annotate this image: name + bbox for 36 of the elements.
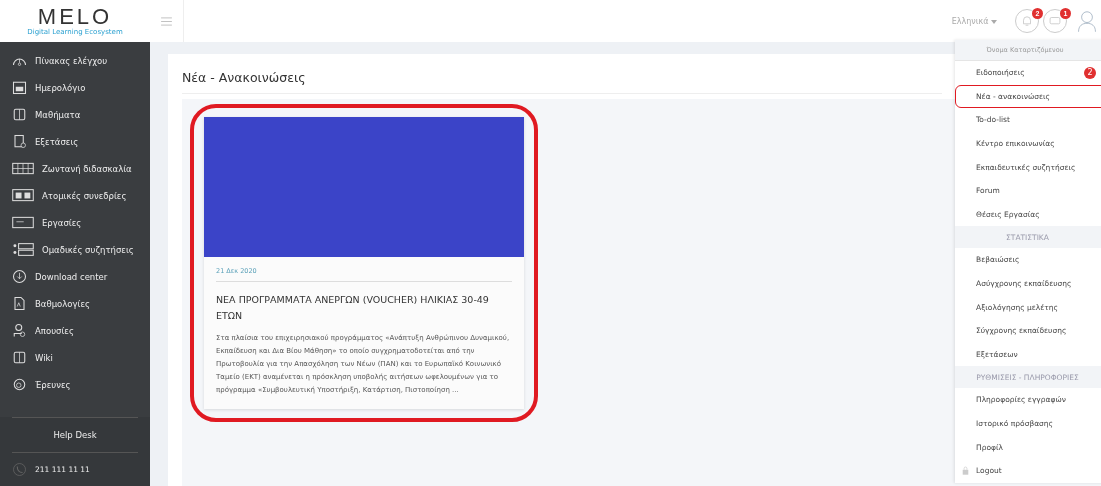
document-icon [12, 296, 27, 311]
sidebar-item[interactable]: Εξετάσεις [0, 128, 150, 155]
caret-icon [991, 19, 997, 24]
menu-icon [161, 16, 172, 26]
grid-icon [12, 161, 34, 176]
sidebar-item[interactable]: Ομαδικές συζητήσεις [0, 236, 150, 263]
person-icon [12, 323, 27, 338]
list-icon [12, 242, 34, 257]
clipboard-icon [12, 134, 27, 149]
help-desk-link[interactable]: Help Desk [12, 417, 138, 453]
logo-text: MELO [37, 6, 113, 28]
screen-icon [12, 188, 34, 203]
lock-icon [962, 466, 969, 476]
sidebar-item[interactable]: Ημερολόγιο [0, 74, 150, 101]
sidebar-item[interactable]: Ατομικές συνεδρίες [0, 182, 150, 209]
sidebar-item[interactable]: Εργασίες [0, 209, 150, 236]
sidebar-item[interactable]: Βαθμολογίες [0, 290, 150, 317]
news-card[interactable] [204, 117, 524, 409]
avatar-icon[interactable] [1077, 8, 1097, 34]
sidebar-item[interactable]: Απουσίες [0, 317, 150, 344]
phone-icon [12, 462, 27, 477]
book-icon [12, 350, 27, 365]
sidebar-item[interactable]: Έρευνες [0, 371, 150, 398]
board-icon [12, 215, 34, 230]
sidebar-item[interactable]: Ζωντανή διδασκαλία [0, 155, 150, 182]
calendar-icon [12, 80, 27, 95]
news-title: ΝΕΑ ΠΡΟΓΡΑΜΜΑΤΑ ΑΝΕΡΓΩΝ (VOUCHER) ΗΛΙΚΙΑΣ 30-49 ΕΤΩΝ [216, 293, 490, 323]
sidebar-item[interactable]: Wiki [0, 344, 150, 371]
download-icon [12, 269, 27, 284]
sidebar-item[interactable]: Μαθήματα [0, 101, 150, 128]
bell-icon [1020, 14, 1034, 28]
page-title: Νέα - Ανακοινώσεις [182, 64, 942, 94]
sidebar-item[interactable]: Πίνακας ελέγχου [0, 47, 150, 74]
sidebar-item[interactable]: Download center [0, 263, 150, 290]
count-badge: 2 [1084, 66, 1096, 79]
book-icon [12, 107, 27, 122]
